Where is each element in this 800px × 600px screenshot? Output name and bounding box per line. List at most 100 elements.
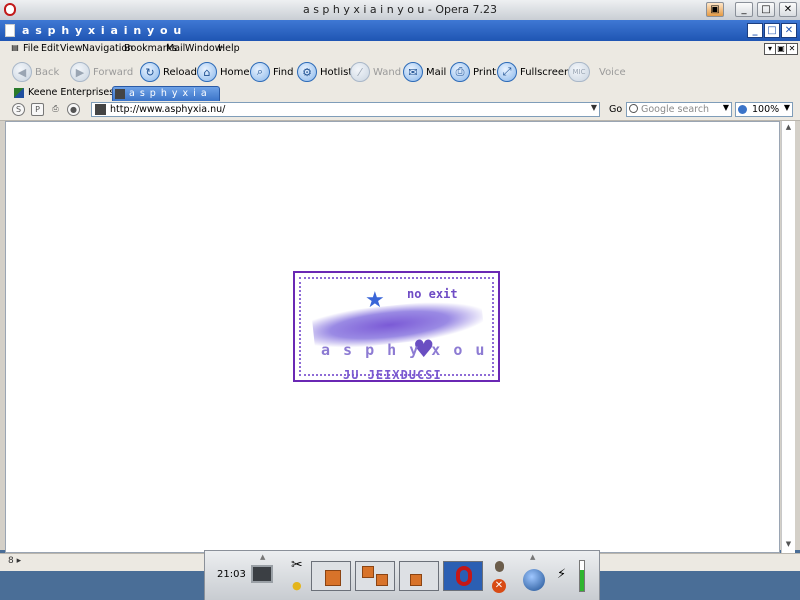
clock[interactable]: 21:03 [217,569,246,580]
workspace-1-button[interactable] [311,561,351,591]
search-field[interactable]: ▼ [626,102,732,117]
tab-label: Keene Enterprises [28,87,115,98]
scroll-down-arrow[interactable]: ▼ [783,540,794,550]
tab-keene-enterprises[interactable]: Keene Enterprises [12,86,114,101]
back-button[interactable]: ◀ Back [12,60,59,84]
globe-icon[interactable] [523,569,545,591]
stamp-text-line1: no exit [407,287,458,301]
workspace-4-button[interactable] [443,561,483,591]
browser-titlebar: a s p h y x i a i n y o u _ □ ✕ [0,20,800,41]
hotlist-label: Hotlist [320,66,353,78]
p-icon[interactable]: P [31,103,44,116]
tools-icon[interactable]: ✂ [291,557,303,573]
mail-button[interactable]: ✉ Mail [403,60,446,84]
fullscreen-icon: ⤢ [497,62,517,82]
status-indicator[interactable]: 8 ▸ [8,556,21,566]
inner-minimize-button[interactable]: _ [747,23,763,38]
monitor-icon[interactable] [251,565,273,583]
magnifier-icon: ⌕ [250,62,270,82]
close-button[interactable]: ✕ [779,2,797,17]
voice-label: Voice [599,66,626,78]
forward-button[interactable]: ▶ Forward [70,60,133,84]
menu-view[interactable]: View [60,43,83,54]
voice-button[interactable]: MIC Voice [568,60,626,84]
wand-label: Wand [373,66,402,78]
star-icon: ★ [365,288,385,313]
chevron-down-icon[interactable]: ▼ [723,103,729,112]
taskbar-handle[interactable]: ▲ [260,553,265,561]
reload-label: Reload [163,66,198,78]
home-icon: ⌂ [197,62,217,82]
security-icon[interactable]: S [12,103,25,116]
inner-maximize-button[interactable]: □ [764,23,780,38]
battery-icon[interactable] [579,560,585,592]
zoom-select[interactable]: 100% ▼ [735,102,793,117]
address-bar: S P ⎙ ● http://www.asphyxia.nu/ ▼ Go ▼ 1… [0,101,800,121]
vertical-scrollbar[interactable]: ▲ ▼ [781,121,795,553]
window-thumbnail-icon [362,566,374,578]
find-button[interactable]: ⌕ Find [250,60,294,84]
printer-icon: ⎙ [450,62,470,82]
chevron-down-icon[interactable]: ▼ [784,103,790,112]
print-label: Print [473,66,497,78]
scroll-up-arrow[interactable]: ▲ [783,123,794,133]
menu-bar: ▤ File Edit View Navigation Bookmarks Ma… [0,41,800,59]
home-button[interactable]: ⌂ Home [197,60,250,84]
reload-button[interactable]: ↻ Reload [140,60,197,84]
taskbar: ▲ 21:03 ✂ ● ✕ ▲ ⚡ [204,550,600,600]
find-label: Find [273,66,294,78]
print-small-icon[interactable]: ⎙ [49,103,62,116]
mail-label: Mail [426,66,447,78]
reload-icon: ↻ [140,62,160,82]
mail-icon: ✉ [403,62,423,82]
tab-asphyxia[interactable]: a s p h y x i a i n y ... [112,86,220,113]
workspace-2-button[interactable] [355,561,395,591]
menu-edit[interactable]: Edit [41,43,59,54]
chevron-down-icon[interactable]: ▼ [591,103,597,112]
back-arrow-icon: ◀ [12,62,32,82]
page-icon: ▤ [11,43,19,52]
search-icon [629,104,638,113]
menu-file[interactable]: File [23,43,39,54]
browser-window-title: a s p h y x i a i n y o u [22,24,183,37]
maximize-button[interactable]: □ [757,2,775,17]
wand-button[interactable]: ⁄ Wand [350,60,401,84]
wand-icon: ⁄ [350,62,370,82]
menu-help[interactable]: Help [218,43,240,54]
asphyxia-stamp-image[interactable]: ★ ♥ no exit a s p h y x o u JU JEIXDUCSI [293,271,500,382]
url-field[interactable]: http://www.asphyxia.nu/ ▼ [91,102,600,117]
menu-mail[interactable]: Mail [166,43,185,54]
go-button[interactable]: Go [609,104,622,115]
forward-arrow-icon: ▶ [70,62,90,82]
network-icon[interactable]: ⚡ [557,567,566,582]
os-window-title: a s p h y x i a i n y o u - Opera 7.23 [302,3,498,16]
tab-bar: Keene Enterprises a s p h y x i a i n y … [0,85,800,113]
hotlist-button[interactable]: ⚙ Hotlist [297,60,352,84]
close-icon[interactable]: ✕ [492,579,506,593]
site-favicon [95,104,106,115]
bulb-icon[interactable]: ● [292,579,302,592]
opera-icon [456,566,472,586]
inner-close-button[interactable]: ✕ [781,23,797,38]
menu-window[interactable]: Window [185,43,222,54]
window-thumbnail-icon [376,574,388,586]
document-icon [5,24,15,37]
os-titlebar: a s p h y x i a i n y o u - Opera 7.23 ▣… [0,0,800,21]
keene-favicon [14,88,24,98]
asphyxia-favicon [115,89,125,99]
home-label: Home [220,66,250,78]
window-thumbnail-icon [325,570,341,586]
minimize-button[interactable]: _ [735,2,753,17]
workspace-3-button[interactable] [399,561,439,591]
print-button[interactable]: ⎙ Print [450,60,496,84]
taskbar-handle[interactable]: ▲ [530,553,535,561]
mouse-icon[interactable] [495,561,504,572]
forward-label: Forward [93,66,134,78]
close-icon[interactable]: ✕ [786,43,798,55]
search-input[interactable] [641,103,717,116]
fullscreen-button[interactable]: ⤢ Fullscreen [497,60,570,84]
microphone-icon: MIC [568,62,590,82]
menu-window-button[interactable]: ▣ [706,2,724,17]
wand-small-icon[interactable]: ● [67,103,80,116]
window-thumbnail-icon [410,574,422,586]
